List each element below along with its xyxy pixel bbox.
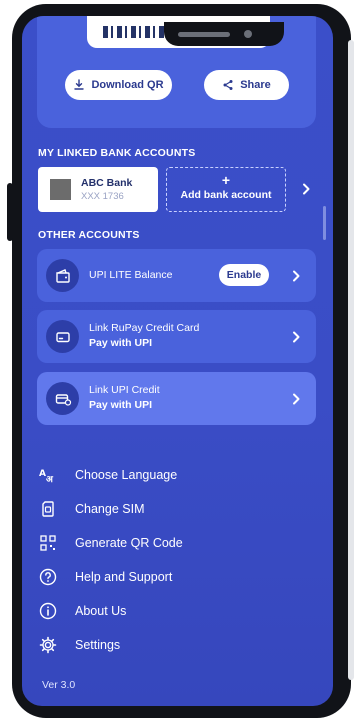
upi-lite-title: UPI LITE Balance	[89, 269, 173, 281]
menu-label: Settings	[75, 638, 121, 652]
download-icon	[74, 79, 85, 90]
sim-icon	[38, 499, 58, 519]
phone-notch	[164, 22, 284, 46]
menu-label: Help and Support	[75, 570, 173, 584]
add-bank-account-label: Add bank account	[180, 189, 272, 201]
chevron-right-icon	[293, 331, 300, 343]
upi-credit-card[interactable]: Link UPI Credit Pay with UPI	[37, 372, 316, 425]
language-icon: Aअ	[38, 465, 58, 485]
menu-item-settings[interactable]: Settings	[38, 634, 120, 656]
menu-label: About Us	[75, 604, 127, 618]
chevron-right-icon	[293, 270, 300, 282]
add-bank-account-button[interactable]: + Add bank account	[166, 167, 286, 212]
credit-card-icon	[46, 320, 79, 353]
upi-credit-subtitle: Pay with UPI	[89, 399, 153, 411]
gear-icon	[38, 635, 58, 655]
menu-label: Choose Language	[75, 468, 178, 482]
svg-text:अ: अ	[46, 475, 54, 484]
upi-lite-card[interactable]: UPI LITE Balance Enable	[37, 249, 316, 302]
scrollbar[interactable]	[323, 206, 326, 240]
share-label: Share	[240, 79, 271, 91]
download-qr-label: Download QR	[91, 79, 164, 91]
phone-side-button	[7, 183, 13, 241]
menu-item-choose-language[interactable]: Aअ Choose Language	[38, 464, 177, 486]
menu-item-about-us[interactable]: About Us	[38, 600, 126, 622]
app-screen: Download QR Share MY LINKED BANK ACCOUNT…	[22, 16, 333, 706]
bank-account-number: XXX 1736	[81, 191, 124, 202]
menu-label: Generate QR Code	[75, 536, 183, 550]
bank-name: ABC Bank	[81, 177, 133, 189]
linked-bank-card[interactable]: ABC Bank XXX 1736	[38, 167, 158, 212]
enable-button[interactable]: Enable	[219, 264, 269, 286]
share-button[interactable]: Share	[204, 70, 289, 100]
download-qr-button[interactable]: Download QR	[65, 70, 172, 100]
share-icon	[223, 80, 233, 90]
bank-logo	[50, 179, 71, 200]
linked-accounts-heading: MY LINKED BANK ACCOUNTS	[38, 147, 196, 159]
menu-item-change-sim[interactable]: Change SIM	[38, 498, 144, 520]
plus-icon: +	[221, 172, 231, 188]
chevron-right-icon	[293, 393, 300, 405]
version-label: Ver 3.0	[42, 679, 76, 691]
chevron-right-icon[interactable]	[299, 182, 313, 196]
upi-credit-title: Link UPI Credit	[89, 384, 160, 396]
rupay-subtitle: Pay with UPI	[89, 337, 153, 349]
svg-text:A: A	[39, 469, 46, 479]
help-icon	[38, 567, 58, 587]
menu-label: Change SIM	[75, 502, 145, 516]
wallet-icon	[46, 259, 79, 292]
menu-item-help-support[interactable]: Help and Support	[38, 566, 172, 588]
menu-item-generate-qr[interactable]: Generate QR Code	[38, 532, 183, 554]
rupay-title: Link RuPay Credit Card	[89, 322, 200, 334]
info-icon	[38, 601, 58, 621]
phone-edge	[348, 40, 354, 680]
rupay-credit-card[interactable]: Link RuPay Credit Card Pay with UPI	[37, 310, 316, 363]
qr-code-icon	[38, 533, 58, 553]
credit-line-icon	[46, 382, 79, 415]
other-accounts-heading: OTHER ACCOUNTS	[38, 229, 140, 241]
